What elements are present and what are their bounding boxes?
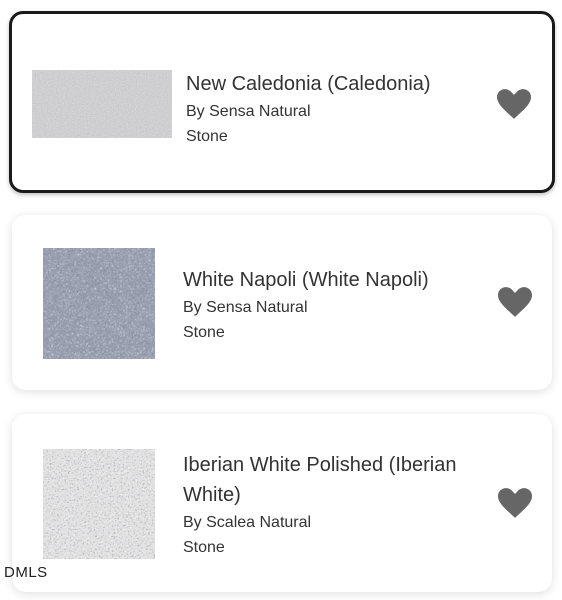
dmls-watermark: DMLS <box>4 564 48 581</box>
heart-icon[interactable] <box>497 89 531 119</box>
material-brand: By Sensa Natural <box>186 103 311 120</box>
heart-icon[interactable] <box>498 488 532 518</box>
material-swatch-image <box>32 70 172 138</box>
material-info: New Caledonia (Caledonia) By Sensa Natur… <box>186 69 486 149</box>
material-info: Iberian White Polished (Iberian White) B… <box>183 450 483 560</box>
material-card-white-napoli[interactable]: White Napoli (White Napoli) By Sensa Nat… <box>12 215 552 390</box>
material-brand: By Scalea Natural <box>183 514 312 531</box>
material-type: Stone <box>183 324 225 341</box>
material-card-new-caledonia[interactable]: New Caledonia (Caledonia) By Sensa Natur… <box>9 11 555 193</box>
material-type: Stone <box>186 128 228 145</box>
heart-icon[interactable] <box>498 287 532 317</box>
material-card-iberian-white[interactable]: Iberian White Polished (Iberian White) B… <box>12 414 552 592</box>
material-list: New Caledonia (Caledonia) By Sensa Natur… <box>0 0 562 600</box>
material-title[interactable]: New Caledonia (Caledonia) <box>186 69 486 99</box>
material-type: Stone <box>183 539 225 556</box>
material-swatch-image <box>43 449 155 559</box>
material-swatch-image <box>43 248 155 359</box>
material-brand: By Sensa Natural <box>183 299 308 316</box>
material-title[interactable]: White Napoli (White Napoli) <box>183 265 483 295</box>
material-title[interactable]: Iberian White Polished (Iberian White) <box>183 450 483 510</box>
material-info: White Napoli (White Napoli) By Sensa Nat… <box>183 265 483 345</box>
